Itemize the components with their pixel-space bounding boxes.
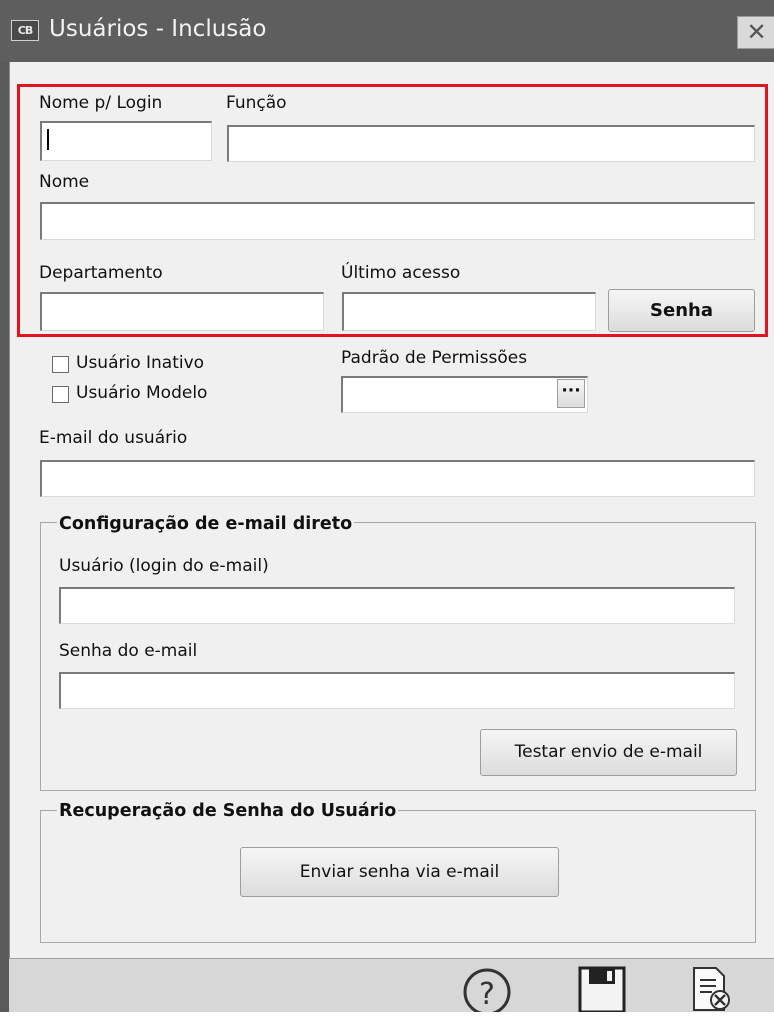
permissoes-input[interactable] <box>341 376 588 413</box>
title-bar[interactable]: CB Usuários - Inclusão ✕ <box>0 0 774 62</box>
text-caret <box>47 129 49 150</box>
cancel-button[interactable] <box>686 966 734 1012</box>
permissoes-browse-button[interactable]: ··· <box>557 379 585 408</box>
window-title: Usuários - Inclusão <box>49 16 267 42</box>
help-button[interactable]: ? <box>460 966 514 1016</box>
close-button[interactable]: ✕ <box>737 16 774 49</box>
app-icon: CB <box>11 20 39 41</box>
login-label: Nome p/ Login <box>39 93 163 113</box>
close-icon: ✕ <box>746 18 767 46</box>
login-input[interactable] <box>40 121 212 161</box>
inativo-label: Usuário Inativo <box>76 353 205 373</box>
ultimo-acesso-label: Último acesso <box>341 263 461 283</box>
modelo-label: Usuário Modelo <box>76 383 208 403</box>
funcao-label: Função <box>226 93 287 113</box>
senha-button[interactable]: Senha <box>608 289 755 332</box>
footer-toolbar <box>9 959 774 1012</box>
departamento-input[interactable] <box>40 292 324 331</box>
save-icon <box>578 966 626 1014</box>
nome-input[interactable] <box>40 202 755 240</box>
email-user-input[interactable] <box>59 587 735 624</box>
permissoes-label: Padrão de Permissões <box>341 348 528 368</box>
email-password-label: Senha do e-mail <box>59 641 198 661</box>
inativo-checkbox[interactable] <box>52 356 69 373</box>
email-password-input[interactable] <box>59 672 735 709</box>
dialog-window: CB Usuários - Inclusão ✕ Nome p/ Login F… <box>0 0 774 1016</box>
cancel-document-icon <box>693 967 730 1011</box>
save-button[interactable] <box>576 966 628 1014</box>
test-email-button[interactable]: Testar envio de e-mail <box>480 729 737 776</box>
email-input[interactable] <box>40 460 755 497</box>
recovery-title: Recuperação de Senha do Usuário <box>57 801 399 821</box>
ultimo-acesso-input <box>342 292 596 331</box>
nome-label: Nome <box>39 172 90 192</box>
help-icon: ? <box>463 968 511 1016</box>
departamento-label: Departamento <box>39 263 163 283</box>
modelo-checkbox[interactable] <box>52 386 69 403</box>
svg-text:?: ? <box>479 977 495 1012</box>
send-password-button[interactable]: Enviar senha via e-mail <box>240 847 559 897</box>
email-user-label: Usuário (login do e-mail) <box>59 556 269 576</box>
funcao-input[interactable] <box>227 125 755 162</box>
email-label: E-mail do usuário <box>39 428 188 448</box>
email-config-title: Configuração de e-mail direto <box>57 514 355 534</box>
